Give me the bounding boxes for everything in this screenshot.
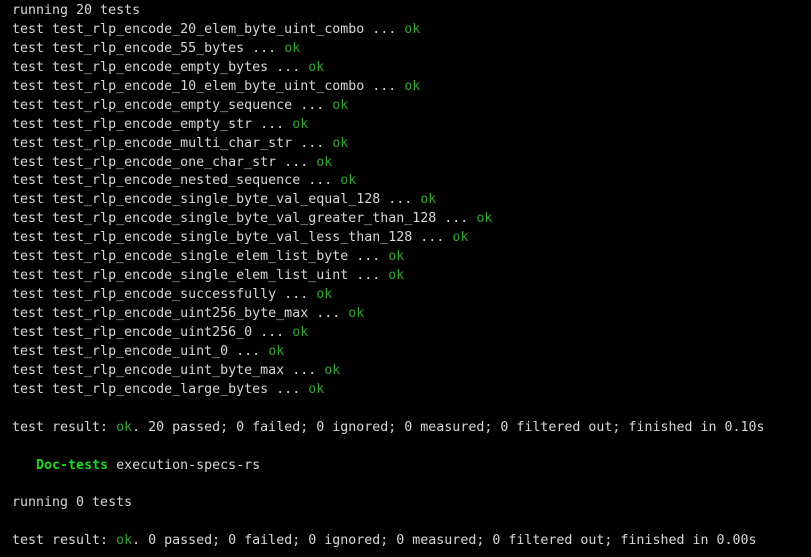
running-header: running 0 tests [12,494,811,513]
text-token: test test_rlp_encode_uint_0 ... [12,343,269,359]
text-token: test test_rlp_encode_20_elem_byte_uint_c… [12,21,405,37]
test-result-line: test test_rlp_encode_single_elem_list_by… [12,248,811,267]
text-token: test result: [12,419,117,435]
text-token: running 20 tests [12,3,141,18]
text-token: test test_rlp_encode_10_elem_byte_uint_c… [12,78,405,94]
ok-status-token: ok [340,173,357,189]
text-token: test test_rlp_encode_uint256_0 ... [12,324,293,340]
test-result-line: test test_rlp_encode_single_byte_val_equ… [12,191,811,210]
text-token: test test_rlp_encode_empty_sequence ... [12,97,333,113]
text-token: test test_rlp_encode_single_byte_val_gre… [12,211,477,227]
ok-status-token: ok [388,268,405,284]
ok-status-token: ok [332,97,349,113]
test-result-line: test test_rlp_encode_nested_sequence ...… [12,172,811,191]
test-result-line: test test_rlp_encode_20_elem_byte_uint_c… [12,21,811,40]
ok-status-token: ok [292,116,309,132]
doc-tests-header: Doc-tests execution-specs-rs [12,457,811,476]
test-result-line: test test_rlp_encode_empty_sequence ... … [12,97,811,116]
ok-status-token: ok [324,362,341,378]
test-result-line: test test_rlp_encode_uint_byte_max ... o… [12,362,811,381]
ok-status-token: ok [348,306,365,321]
test-result-line: test test_rlp_encode_single_byte_val_gre… [12,210,811,229]
test-result-line: test test_rlp_encode_uint_0 ... ok [12,343,811,362]
text-token: test test_rlp_encode_successfully ... [12,287,317,303]
ok-status-token: ok [316,287,333,303]
text-token: running 0 tests [12,495,133,511]
text-token: test test_rlp_encode_single_elem_list_by… [12,249,389,265]
text-token: . 0 passed; 0 failed; 0 ignored; 0 measu… [132,533,757,549]
test-result-line: test test_rlp_encode_one_char_str ... ok [12,154,811,173]
text-token: test test_rlp_encode_uint256_byte_max ..… [12,306,349,321]
ok-status-token: ok [316,154,333,170]
test-result-line: test test_rlp_encode_multi_char_str ... … [12,135,811,154]
text-token: test test_rlp_encode_nested_sequence ... [12,173,341,189]
ok-status-token: ok [452,230,469,246]
test-result-line: test test_rlp_encode_55_bytes ... ok [12,40,811,59]
text-token: test test_rlp_encode_single_elem_list_ui… [12,268,389,284]
text-token: test test_rlp_encode_one_char_str ... [12,154,317,170]
ok-status-token: ok [404,78,421,94]
text-token: test test_rlp_encode_large_bytes ... [12,381,309,397]
text-token: test test_rlp_encode_empty_str ... [12,116,293,132]
ok-status-token: ok [404,21,421,37]
ok-status-token: ok [292,324,309,340]
test-result-line: test test_rlp_encode_uint256_0 ... ok [12,324,811,343]
test-result-line: test test_rlp_encode_successfully ... ok [12,286,811,305]
text-token: execution-specs-rs [108,457,261,473]
ok-status-token: ok [268,343,285,359]
ok-status-token: ok [308,59,325,75]
text-token: . 20 passed; 0 failed; 0 ignored; 0 meas… [132,419,765,435]
text-token: test test_rlp_encode_uint_byte_max ... [12,362,325,378]
ok-status-token: ok [476,211,493,227]
text-token: test test_rlp_encode_empty_bytes ... [12,59,309,75]
running-header: running 20 tests [12,2,811,21]
test-result-line: test test_rlp_encode_10_elem_byte_uint_c… [12,78,811,97]
test-result-line: test test_rlp_encode_uint256_byte_max ..… [12,305,811,324]
ok-status-token: ok [116,419,133,435]
text-token: test test_rlp_encode_55_bytes ... [12,40,285,56]
ok-status-token: ok [284,40,301,56]
test-result-line: test test_rlp_encode_empty_bytes ... ok [12,59,811,78]
test-result-line: test test_rlp_encode_single_elem_list_ui… [12,267,811,286]
terminal-output-pane[interactable]: running 20 tests test test_rlp_encode_20_… [0,0,811,557]
text-token: test test_rlp_encode_single_byte_val_les… [12,230,453,246]
ok-status-token: ok [116,533,133,549]
ok-status-token: ok [420,192,437,208]
test-summary-line: test result: ok. 20 passed; 0 failed; 0 … [12,419,811,438]
test-summary-line: test result: ok. 0 passed; 0 failed; 0 i… [12,532,811,551]
ok-status-token: ok [332,135,349,151]
test-result-line: test test_rlp_encode_empty_str ... ok [12,116,811,135]
ok-status-token: ok [388,249,405,265]
doc-tests-label: Doc-tests [36,457,109,473]
test-result-line: test test_rlp_encode_large_bytes ... ok [12,381,811,400]
text-token: test test_rlp_encode_multi_char_str ... [12,135,333,151]
text-token: test result: [12,533,117,549]
test-result-line: test test_rlp_encode_single_byte_val_les… [12,229,811,248]
text-token: test test_rlp_encode_single_byte_val_equ… [12,192,421,208]
ok-status-token: ok [308,381,325,397]
